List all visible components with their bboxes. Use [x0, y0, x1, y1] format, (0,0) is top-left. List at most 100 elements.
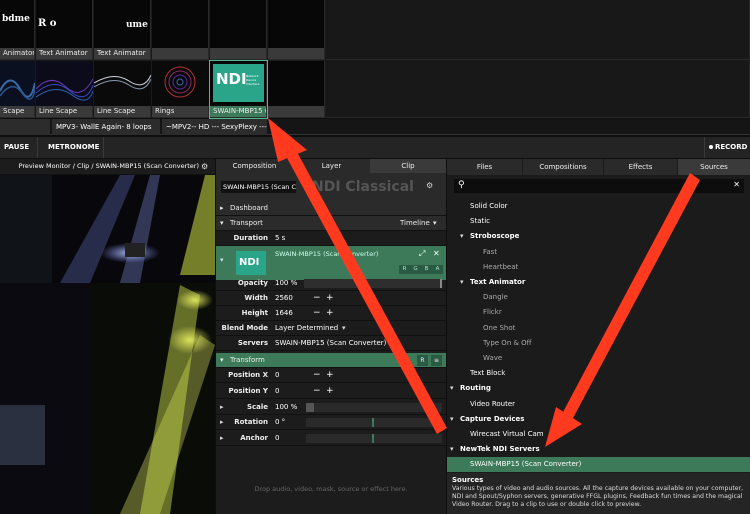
clip-slot[interactable]: R o Text Animator [36, 0, 93, 60]
tree-item-label: Fast [483, 247, 498, 256]
reset-icon[interactable]: R [417, 355, 428, 366]
tree-item[interactable]: Text Block [447, 366, 750, 381]
tree-item[interactable]: Dangle [447, 290, 750, 305]
tree-item[interactable]: Static [447, 214, 750, 229]
clip-slot[interactable]: bdme Animator [0, 0, 35, 60]
tab-layer[interactable]: Layer [293, 159, 370, 173]
chevron-down-icon[interactable]: ▾ [460, 229, 464, 244]
dashboard-section[interactable]: ▸ Dashboard [216, 201, 446, 216]
opacity-slider[interactable] [304, 279, 442, 288]
preview-title: Preview Monitor / Clip / SWAIN-MBP15 (Sc… [0, 159, 215, 174]
search-icon: ⚲ [458, 180, 465, 190]
chevron-down-icon[interactable]: ▾ [450, 412, 454, 427]
chevron-down-icon[interactable]: ▾ [460, 275, 464, 290]
clear-search-icon[interactable]: ✕ [733, 180, 740, 189]
transform-label: Transform [230, 356, 265, 364]
deck-tab[interactable]: MPV3- WallE Again- 8 loops [52, 119, 160, 135]
search-input[interactable]: ⚲ ✕ [454, 179, 744, 193]
clip-name-field[interactable]: SWAIN-MBP15 (Scan Conve... [221, 181, 296, 193]
scale-slider[interactable] [306, 403, 442, 412]
tree-item[interactable]: ▾ Stroboscope [447, 229, 750, 244]
clip-slot[interactable]: ume Text Animator [94, 0, 151, 60]
channel-r-toggle[interactable]: R [399, 265, 410, 274]
anchor-field[interactable]: 0 [275, 431, 279, 446]
tab-sources[interactable]: Sources [678, 159, 750, 175]
tab-clip[interactable]: Clip [370, 159, 446, 173]
gear-icon[interactable]: ⚙ [201, 162, 208, 171]
width-field[interactable]: 2560 [275, 291, 293, 306]
tab-composition[interactable]: Composition [216, 159, 293, 173]
plus-button[interactable]: + [326, 291, 334, 306]
tree-item[interactable]: ▾ NewTek NDI Servers [447, 442, 750, 457]
plus-button[interactable]: + [326, 306, 334, 321]
clip-slot[interactable] [210, 0, 267, 60]
minus-button[interactable]: − [313, 306, 321, 321]
channel-g-toggle[interactable]: G [410, 265, 421, 274]
tree-item[interactable]: One Shot [447, 321, 750, 336]
tree-item[interactable]: Heartbeat [447, 260, 750, 275]
gear-icon[interactable]: ⚙ [426, 181, 433, 190]
source-title: SWAIN-MBP15 (Scan Converter) [275, 250, 379, 258]
tree-item[interactable]: Video Router [447, 397, 750, 412]
sources-browser: Files Compositions Effects Sources ⚲ ✕ S… [447, 159, 750, 514]
minus-button[interactable]: − [313, 368, 321, 383]
close-icon[interactable]: ✕ [433, 249, 440, 258]
clip-slot-selected[interactable]: NDI Network Device Interface SWAIN-MBP15… [209, 60, 268, 119]
tree-item[interactable]: ▾ Text Animator [447, 275, 750, 290]
chevron-down-icon[interactable]: ▾ [450, 381, 454, 396]
deck-tab[interactable] [0, 119, 50, 135]
height-field[interactable]: 1646 [275, 306, 293, 321]
tree-item[interactable]: ▾ Capture Devices [447, 412, 750, 427]
clip-slot[interactable] [152, 0, 209, 60]
position-x-field[interactable]: 0 [275, 368, 279, 383]
metronome-button[interactable]: METRONOME [44, 137, 104, 158]
tree-item[interactable]: Solid Color [447, 199, 750, 214]
tree-item[interactable]: Flickr [447, 305, 750, 320]
tab-compositions[interactable]: Compositions [523, 159, 603, 175]
expand-icon[interactable]: ⤢ [419, 249, 425, 259]
tab-effects[interactable]: Effects [604, 159, 677, 175]
empty-clip-area[interactable] [326, 61, 750, 118]
clip-grid: bdme Animator R o Text Animator ume Text… [0, 0, 750, 119]
transport-section[interactable]: ▾ Transport Timeline ▾ [216, 216, 446, 231]
record-label: RECORD [715, 143, 748, 151]
clip-slot[interactable] [268, 61, 325, 118]
tree-item[interactable]: Wirecast Virtual Cam [447, 427, 750, 442]
channel-a-toggle[interactable]: A [432, 265, 443, 274]
plus-button[interactable]: + [326, 368, 334, 383]
blend-mode-dropdown[interactable]: Layer Determined [275, 321, 338, 336]
tree-item-selected[interactable]: SWAIN-MBP15 (Scan Converter) [447, 457, 750, 473]
transport-label: Transport [230, 219, 263, 227]
clip-slot[interactable]: Scape [0, 61, 35, 118]
pause-button[interactable]: PAUSE [0, 137, 38, 158]
channel-b-toggle[interactable]: B [421, 265, 432, 274]
record-button[interactable]: RECORD [704, 137, 750, 158]
timeline-dropdown[interactable]: Timeline [400, 216, 430, 231]
position-y-field[interactable]: 0 [275, 384, 279, 399]
clip-slot[interactable]: Rings [152, 61, 209, 118]
chevron-right-icon: ▸ [220, 403, 224, 411]
duration-field[interactable]: 5 s [275, 231, 285, 246]
clip-label: Scape [0, 106, 34, 117]
width-row: Width 2560 − + [216, 291, 446, 306]
chevron-down-icon[interactable]: ▾ [450, 442, 454, 457]
rotation-slider[interactable] [306, 418, 442, 427]
clip-slot[interactable]: Line Scape [94, 61, 151, 118]
tree-item[interactable]: Type On & Off [447, 336, 750, 351]
tree-item[interactable]: Fast [447, 245, 750, 260]
transform-section[interactable]: ▾ Transform R ≡ [216, 353, 446, 368]
clip-slot[interactable] [268, 0, 325, 60]
empty-clip-area[interactable] [326, 0, 750, 60]
minus-button[interactable]: − [313, 384, 321, 399]
tree-item[interactable]: Wave [447, 351, 750, 366]
minus-button[interactable]: − [313, 291, 321, 306]
anchor-slider[interactable] [306, 434, 442, 443]
tree-item[interactable]: ▾ Routing [447, 381, 750, 396]
clip-slot[interactable]: Line Scape [36, 61, 93, 118]
tab-files[interactable]: Files [447, 159, 522, 175]
deck-tab[interactable]: ~MPV2-- HD --- SexyPlexy --- 720 [162, 119, 267, 135]
menu-icon[interactable]: ≡ [431, 355, 442, 366]
servers-dropdown[interactable]: SWAIN-MBP15 (Scan Converter) [275, 336, 386, 351]
line-scape-thumbnail [94, 61, 151, 106]
plus-button[interactable]: + [326, 384, 334, 399]
